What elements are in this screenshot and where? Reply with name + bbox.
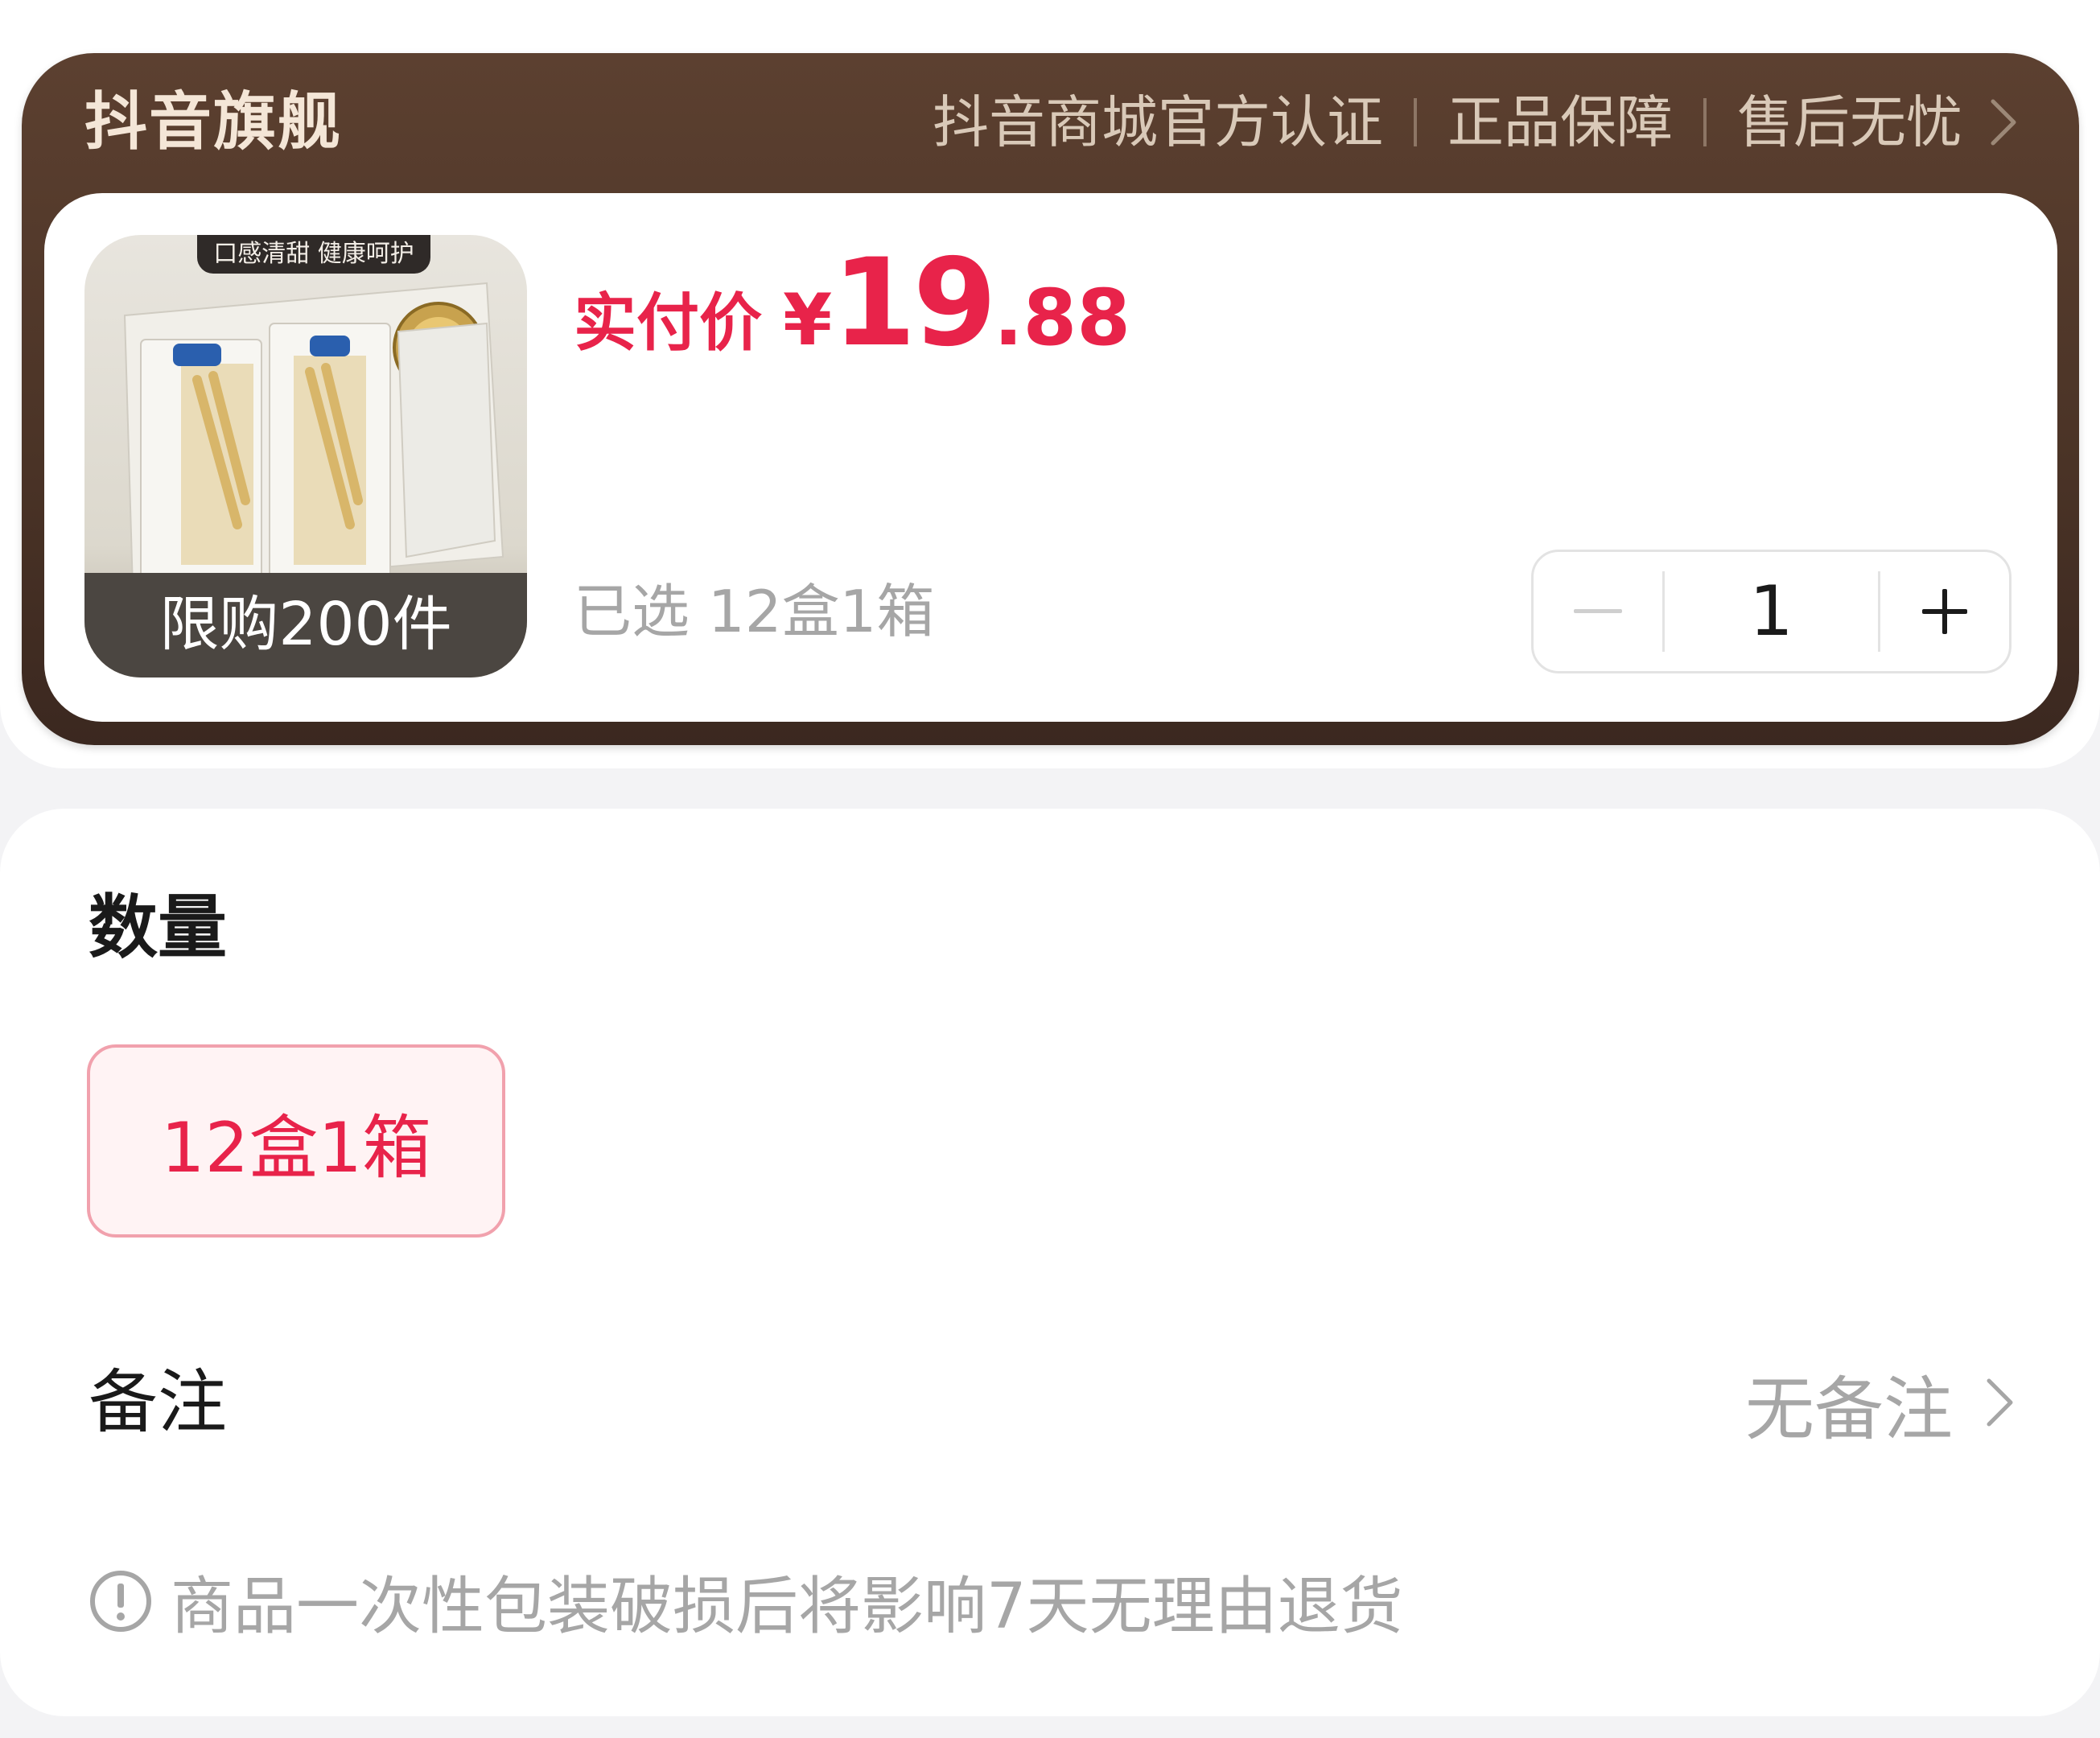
guarantee-official: 抖音商城官方认证	[933, 89, 1383, 155]
image-ribbon: 口感清甜 健康呵护	[197, 235, 430, 274]
notice-text: 商品一次性包装破损后将影响7天无理由退货	[171, 1571, 1403, 1643]
remark-row[interactable]: 无备注	[1745, 1358, 2016, 1450]
guarantee-aftersales: 售后无忧	[1737, 89, 1962, 155]
divider	[1414, 98, 1417, 146]
minus-icon	[1574, 609, 1622, 613]
increment-button[interactable]	[1880, 552, 2009, 671]
quantity-input[interactable]: 1	[1665, 551, 1878, 672]
return-policy-notice: 商品一次性包装破损后将影响7天无理由退货	[89, 1561, 1403, 1643]
remark-value: 无备注	[1745, 1369, 1953, 1450]
price-label: 实付价	[574, 287, 763, 360]
option-12-boxes[interactable]: 12盒1箱	[87, 1044, 505, 1238]
divider	[1703, 98, 1707, 146]
chevron-right-icon	[1991, 99, 2016, 146]
quantity-section-title: 数量	[89, 888, 227, 968]
info-icon	[90, 1571, 151, 1632]
store-name[interactable]: 抖音旗舰	[84, 82, 342, 163]
remark-label: 备注	[89, 1362, 227, 1443]
quantity-stepper: 1	[1531, 550, 2011, 673]
price-currency: ¥	[783, 278, 833, 361]
plus-icon	[1922, 589, 1967, 634]
guarantee-authentic: 正品保障	[1447, 89, 1673, 155]
decrement-button[interactable]	[1534, 552, 1662, 671]
store-guarantees[interactable]: 抖音商城官方认证 正品保障 售后无忧	[933, 82, 2017, 163]
selected-spec: 已选 12盒1箱	[574, 578, 935, 645]
price-integer: 19	[832, 233, 997, 373]
chevron-right-icon	[1987, 1378, 2013, 1427]
product-image[interactable]: 口感清甜 健康呵护 限购200件	[84, 235, 527, 677]
price-decimal: .88	[994, 273, 1131, 363]
purchase-limit-label: 限购200件	[159, 590, 452, 659]
price: 实付价 ¥ 19 .88	[574, 233, 1130, 373]
